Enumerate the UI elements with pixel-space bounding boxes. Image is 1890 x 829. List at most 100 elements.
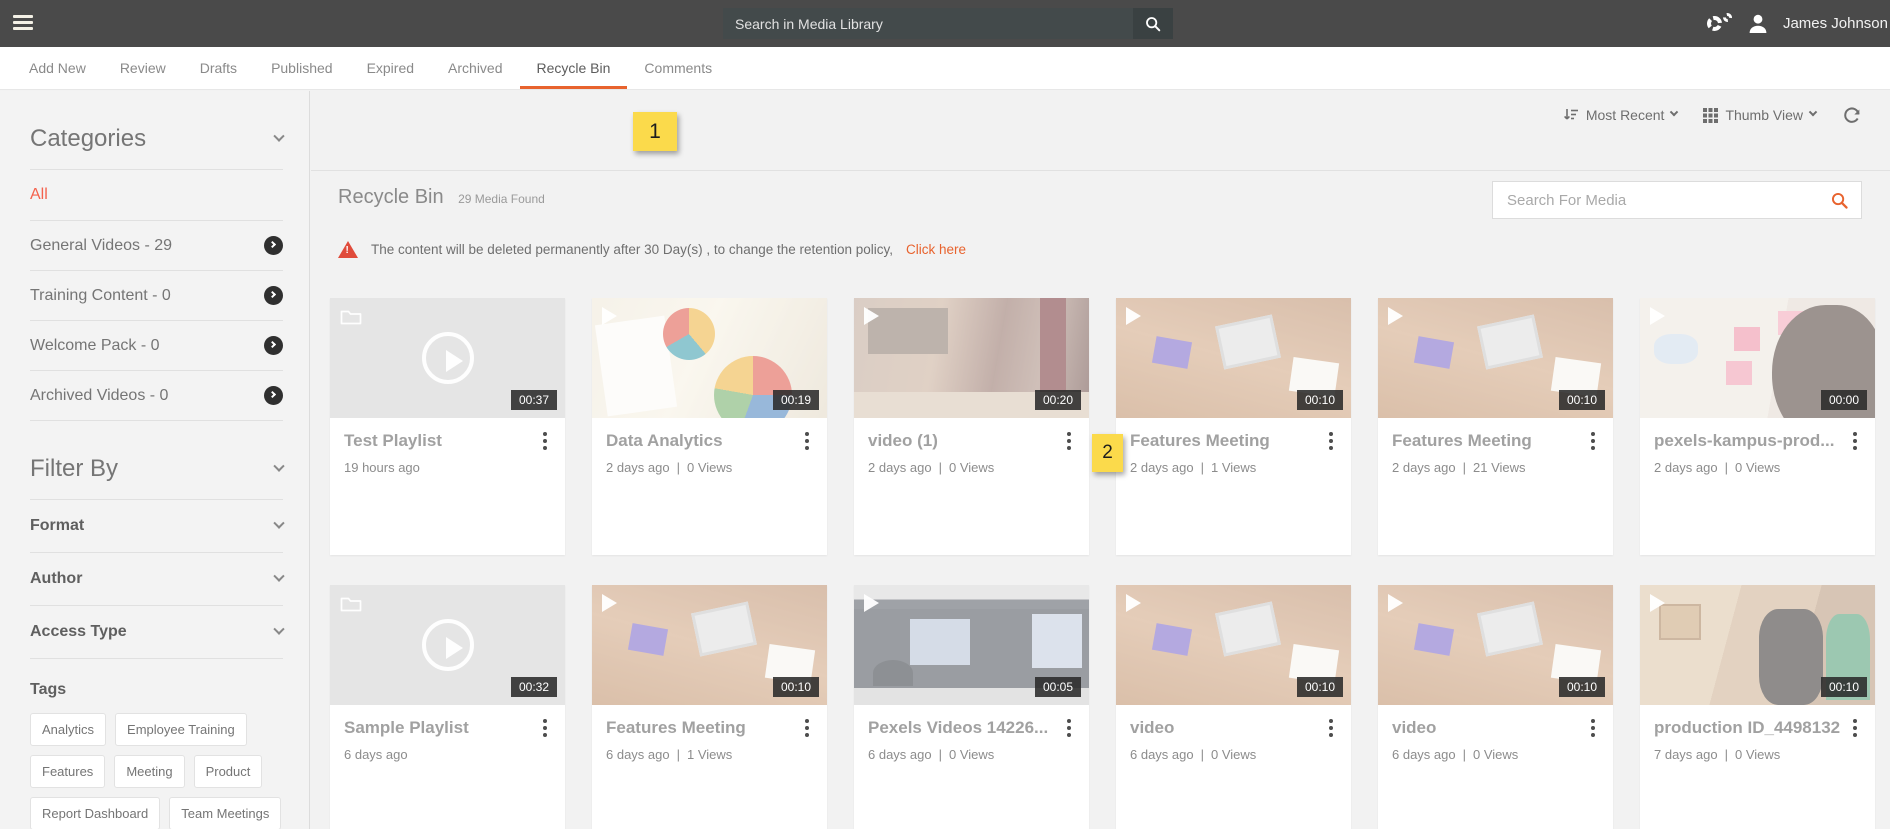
video-thumbnail[interactable]: 00:20	[854, 298, 1089, 418]
retention-policy-link[interactable]: Click here	[906, 242, 966, 257]
user-avatar-icon[interactable]	[1746, 12, 1770, 36]
kebab-menu-icon[interactable]	[799, 717, 815, 739]
media-title[interactable]: production ID_4498132	[1654, 718, 1842, 738]
tab-comments[interactable]: Comments	[627, 47, 729, 89]
tab-bar: Add NewReviewDraftsPublishedExpiredArchi…	[0, 47, 1890, 90]
media-title[interactable]: Features Meeting	[1392, 431, 1580, 451]
tab-drafts[interactable]: Drafts	[183, 47, 254, 89]
kebab-menu-icon[interactable]	[1061, 430, 1077, 452]
refresh-button[interactable]	[1842, 105, 1862, 125]
kebab-menu-icon[interactable]	[1585, 430, 1601, 452]
kebab-menu-icon[interactable]	[1323, 430, 1339, 452]
filter-section-author[interactable]: Author	[30, 553, 283, 605]
tab-review[interactable]: Review	[103, 47, 183, 89]
media-views: 21 Views	[1473, 460, 1526, 475]
view-mode-dropdown[interactable]: Thumb View	[1703, 107, 1816, 123]
category-item-welcome-pack-0[interactable]: Welcome Pack - 0	[30, 321, 283, 370]
circle-arrow-right-icon[interactable]	[264, 336, 283, 355]
media-search-input[interactable]	[1493, 192, 1817, 209]
tag-chip-team-meetings[interactable]: Team Meetings	[169, 797, 281, 829]
media-title[interactable]: video	[1392, 718, 1580, 738]
media-title[interactable]: pexels-kampus-prod...	[1654, 431, 1842, 451]
filter-section-label: Format	[30, 517, 84, 535]
video-thumbnail[interactable]: 00:00	[1640, 298, 1875, 418]
chevron-down-icon	[273, 518, 284, 529]
filter-by-header[interactable]: Filter By	[30, 455, 283, 499]
filter-section-label: Access Type	[30, 623, 127, 641]
tag-chip-analytics[interactable]: Analytics	[30, 713, 106, 746]
media-views: 0 Views	[1473, 747, 1518, 762]
categories-header[interactable]: Categories	[30, 111, 283, 169]
video-thumbnail[interactable]: 00:19	[592, 298, 827, 418]
media-title[interactable]: Sample Playlist	[344, 718, 532, 738]
kebab-menu-icon[interactable]	[1323, 717, 1339, 739]
tab-expired[interactable]: Expired	[350, 47, 431, 89]
user-name[interactable]: James Johnson	[1783, 15, 1888, 32]
play-icon	[602, 594, 617, 612]
tab-archived[interactable]: Archived	[431, 47, 519, 89]
media-views: 0 Views	[1211, 747, 1256, 762]
tag-chip-meeting[interactable]: Meeting	[114, 755, 184, 788]
tag-chip-product[interactable]: Product	[194, 755, 263, 788]
category-label: Welcome Pack - 0	[30, 337, 160, 355]
media-title[interactable]: Features Meeting	[606, 718, 794, 738]
filter-section-access-type[interactable]: Access Type	[30, 606, 283, 658]
video-thumbnail[interactable]: 00:10	[1378, 585, 1613, 705]
category-all[interactable]: All	[30, 170, 283, 220]
media-library-page: James Johnson Add NewReviewDraftsPublish…	[0, 0, 1890, 829]
page-title: Recycle Bin	[338, 186, 444, 209]
video-thumbnail[interactable]: 00:05	[854, 585, 1089, 705]
kebab-menu-icon[interactable]	[1847, 717, 1863, 739]
category-item-training-content-0[interactable]: Training Content - 0	[30, 271, 283, 320]
kebab-menu-icon[interactable]	[1585, 717, 1601, 739]
category-item-archived-videos-0[interactable]: Archived Videos - 0	[30, 371, 283, 420]
video-thumbnail[interactable]: 00:10	[1378, 298, 1613, 418]
play-icon	[1650, 307, 1665, 325]
media-search-button[interactable]	[1817, 191, 1861, 210]
video-thumbnail[interactable]: 00:10	[1116, 298, 1351, 418]
global-search-input[interactable]	[723, 8, 1133, 39]
hamburger-menu-icon[interactable]	[13, 15, 33, 31]
sort-dropdown[interactable]: Most Recent	[1563, 107, 1678, 123]
kebab-menu-icon[interactable]	[799, 430, 815, 452]
media-title[interactable]: video	[1130, 718, 1318, 738]
circle-arrow-right-icon[interactable]	[264, 236, 283, 255]
search-icon	[1144, 15, 1162, 33]
duration-badge: 00:10	[1821, 677, 1867, 697]
card-body: Data Analytics 2 days ago | 0 Views	[592, 418, 827, 475]
settings-gears-icon[interactable]	[1707, 12, 1733, 36]
media-title[interactable]: Features Meeting	[1130, 431, 1318, 451]
tab-recycle-bin[interactable]: Recycle Bin	[520, 47, 628, 89]
tag-chip-report-dashboard[interactable]: Report Dashboard	[30, 797, 160, 829]
media-title[interactable]: Data Analytics	[606, 431, 794, 451]
tab-published[interactable]: Published	[254, 47, 350, 89]
kebab-menu-icon[interactable]	[537, 717, 553, 739]
video-thumbnail[interactable]: 00:10	[1116, 585, 1351, 705]
video-thumbnail[interactable]: 00:32	[330, 585, 565, 705]
tag-chip-features[interactable]: Features	[30, 755, 105, 788]
kebab-menu-icon[interactable]	[537, 430, 553, 452]
video-thumbnail[interactable]: 00:10	[592, 585, 827, 705]
card-body: Pexels Videos 14226... 6 days ago | 0 Vi…	[854, 705, 1089, 762]
media-card: 00:37 Test Playlist 19 hours ago	[330, 298, 565, 555]
circle-arrow-right-icon[interactable]	[264, 386, 283, 405]
media-title[interactable]: video (1)	[868, 431, 1056, 451]
filter-section-format[interactable]: Format	[30, 500, 283, 552]
video-thumbnail[interactable]: 00:10	[1640, 585, 1875, 705]
card-body: video 6 days ago | 0 Views	[1378, 705, 1613, 762]
media-date: 6 days ago	[1392, 747, 1456, 762]
category-item-general-videos-29[interactable]: General Videos - 29	[30, 221, 283, 270]
playlist-folder-icon	[340, 308, 362, 325]
kebab-menu-icon[interactable]	[1061, 717, 1077, 739]
media-title[interactable]: Pexels Videos 14226...	[868, 718, 1056, 738]
video-thumbnail[interactable]: 00:37	[330, 298, 565, 418]
global-search-button[interactable]	[1133, 8, 1173, 39]
media-title[interactable]: Test Playlist	[344, 431, 532, 451]
tab-add-new[interactable]: Add New	[12, 47, 103, 89]
kebab-menu-icon[interactable]	[1847, 430, 1863, 452]
media-card: 00:10 Features Meeting 2 days ago | 1 Vi…	[1116, 298, 1351, 555]
circle-arrow-right-icon[interactable]	[264, 286, 283, 305]
media-card: 00:10 Features Meeting 6 days ago | 1 Vi…	[592, 585, 827, 829]
tag-chip-employee-training[interactable]: Employee Training	[115, 713, 247, 746]
media-date: 6 days ago	[344, 747, 408, 762]
